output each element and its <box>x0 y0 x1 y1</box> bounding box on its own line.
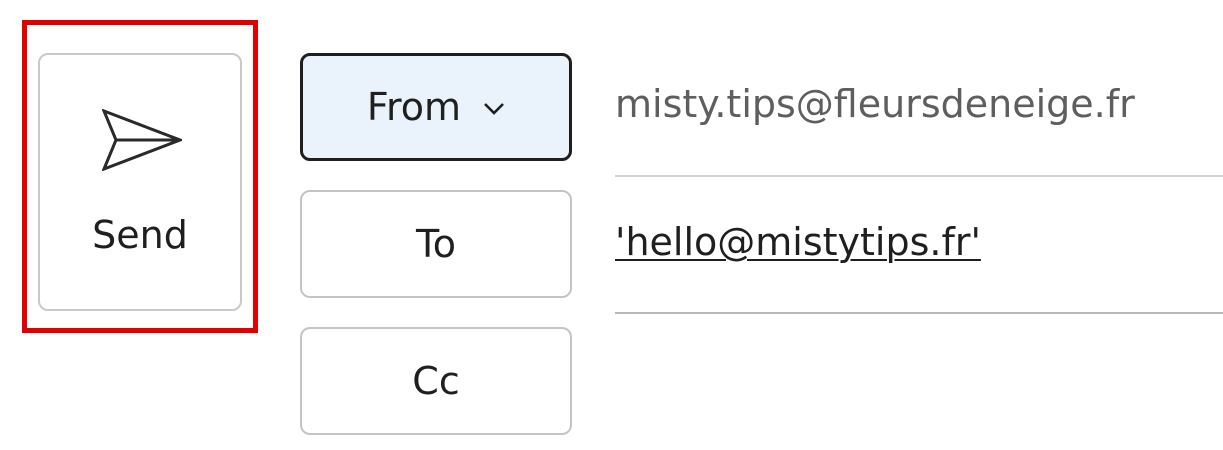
to-button-label: To <box>415 222 456 266</box>
to-button[interactable]: To <box>300 190 572 298</box>
cc-button-label: Cc <box>412 359 460 403</box>
send-label: Send <box>92 213 188 257</box>
from-button[interactable]: From <box>300 53 572 161</box>
from-divider <box>615 175 1223 177</box>
chevron-down-icon <box>484 103 504 115</box>
send-button[interactable]: Send <box>38 53 242 311</box>
to-recipient[interactable]: 'hello@mistytips.fr' <box>615 220 981 264</box>
from-address: misty.tips@fleursdeneige.fr <box>615 82 1135 126</box>
from-button-label: From <box>366 85 462 129</box>
send-icon <box>102 109 182 171</box>
to-divider <box>615 312 1223 314</box>
cc-button[interactable]: Cc <box>300 327 572 435</box>
